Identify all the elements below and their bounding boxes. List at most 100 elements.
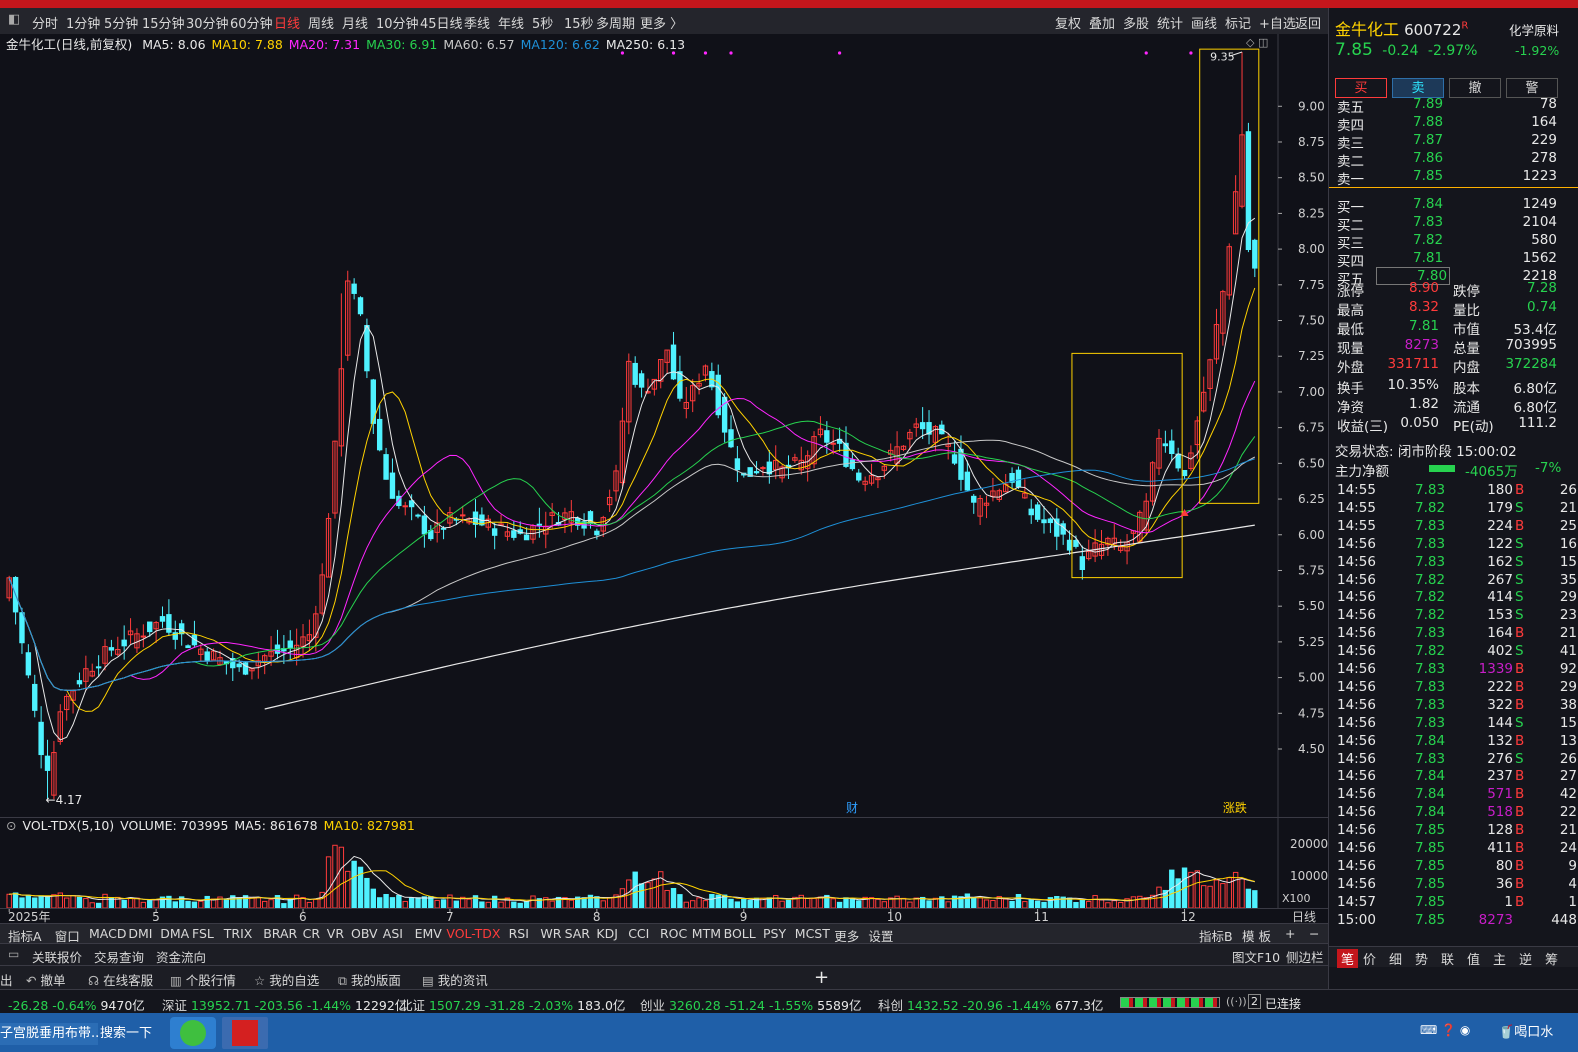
- period-tab-12[interactable]: 年线: [498, 13, 524, 32]
- indicator-tab-21[interactable]: BOLL: [724, 926, 756, 941]
- panel-toggle-icon[interactable]: ◧: [8, 12, 20, 27]
- period-tab-16[interactable]: 更多 〉: [640, 13, 683, 32]
- indbar-right-2[interactable]: +: [1285, 926, 1295, 941]
- ask-row-1[interactable]: 卖四 7.88 164: [1329, 114, 1578, 134]
- action-4[interactable]: ☆ 我的自选: [254, 970, 319, 989]
- tick-row-1[interactable]: 14:55 7.82 179 S 21: [1329, 500, 1578, 518]
- func-tab-0[interactable]: 关联报价: [32, 947, 82, 966]
- indicator-tab-9[interactable]: VR: [327, 926, 344, 941]
- indicator-tab-16[interactable]: SAR: [565, 926, 590, 941]
- period-tab-3[interactable]: 15分钟: [142, 13, 185, 32]
- period-tab-11[interactable]: 季线: [464, 13, 490, 32]
- tick-list[interactable]: 14:55 7.83 180 B 26 14:55 7.82 179 S 21 14:55 7.83 2…: [1329, 482, 1578, 942]
- period-tab-15[interactable]: 多周期: [596, 13, 635, 32]
- tool-6[interactable]: +自选: [1259, 13, 1296, 32]
- indicator-tab-11[interactable]: ASI: [383, 926, 403, 941]
- volume-legend-toggle-icon[interactable]: ⊙: [6, 818, 16, 833]
- ask-row-2[interactable]: 卖三 7.87 229: [1329, 132, 1578, 152]
- action-3[interactable]: ▥ 个股行情: [170, 970, 236, 989]
- sidebar-tab-6[interactable]: 主: [1493, 949, 1506, 968]
- bid-row-2[interactable]: 买三 7.82 580: [1329, 232, 1578, 252]
- tool-0[interactable]: 复权: [1055, 13, 1081, 32]
- period-tab-8[interactable]: 月线: [342, 13, 368, 32]
- period-tab-1[interactable]: 1分钟: [66, 13, 100, 32]
- tick-row-7[interactable]: 14:56 7.82 153 S 23: [1329, 607, 1578, 625]
- tick-row-4[interactable]: 14:56 7.83 162 S 15: [1329, 554, 1578, 572]
- period-tab-0[interactable]: 分时: [32, 13, 58, 32]
- market-index-3[interactable]: 创业 3260.28 -51.24 -1.55% 5589亿: [640, 995, 861, 1014]
- ask-row-4[interactable]: 卖一 7.85 1223: [1329, 168, 1578, 188]
- market-index-0[interactable]: -26.28 -0.64% 9470亿: [8, 995, 145, 1014]
- period-tab-6[interactable]: 日线: [274, 13, 300, 32]
- trading-app-icon[interactable]: [222, 1017, 268, 1049]
- indicator-tab-17[interactable]: KDJ: [596, 926, 618, 941]
- tick-row-17[interactable]: 14:56 7.84 571 B 42: [1329, 786, 1578, 804]
- market-index-1[interactable]: 深证 13952.71 -203.56 -1.44% 12292亿: [162, 995, 407, 1014]
- period-tab-9[interactable]: 10分钟: [376, 13, 419, 32]
- tick-row-16[interactable]: 14:56 7.84 237 B 27: [1329, 768, 1578, 786]
- tool-7[interactable]: 返回: [1295, 13, 1321, 32]
- sidebar-tab-5[interactable]: 值: [1467, 949, 1480, 968]
- kline-chart-panel[interactable]: 9.00 8.75 8.50 8.25 8.00 7.75 7.50 7.25 7.00 6.75…: [0, 34, 1328, 817]
- indicator-tab-5[interactable]: FSL: [192, 926, 214, 941]
- ask-row-3[interactable]: 卖二 7.86 278: [1329, 150, 1578, 170]
- action-2[interactable]: ☊ 在线客服: [88, 970, 153, 989]
- func-right-1[interactable]: 侧边栏: [1286, 947, 1324, 966]
- tray-reminder[interactable]: 🥤喝口水: [1498, 1021, 1578, 1043]
- tick-row-8[interactable]: 14:56 7.83 164 B 21: [1329, 625, 1578, 643]
- indicator-tab-18[interactable]: CCI: [628, 926, 649, 941]
- sidebar-tab-2[interactable]: 细: [1389, 949, 1402, 968]
- tick-row-13[interactable]: 14:56 7.83 144 S 15: [1329, 715, 1578, 733]
- buy-button[interactable]: 买: [1335, 78, 1387, 98]
- tick-row-19[interactable]: 14:56 7.85 128 B 21: [1329, 822, 1578, 840]
- add-tab-icon[interactable]: +: [814, 967, 829, 988]
- layout-icon[interactable]: ▭: [8, 947, 19, 961]
- indbar-right-3[interactable]: −: [1309, 926, 1319, 941]
- tool-1[interactable]: 叠加: [1089, 13, 1115, 32]
- sidebar-tab-7[interactable]: 逆: [1519, 949, 1532, 968]
- period-tab-2[interactable]: 5分钟: [104, 13, 138, 32]
- tick-row-20[interactable]: 14:56 7.85 411 B 24: [1329, 840, 1578, 858]
- tray-icons[interactable]: ⌨ ❓ ◉: [1420, 1023, 1480, 1043]
- action-1[interactable]: ↶ 撤单: [26, 970, 65, 989]
- bid-row-3[interactable]: 买四 7.81 1562: [1329, 250, 1578, 270]
- action-5[interactable]: ⧉ 我的版面: [338, 970, 401, 989]
- tool-5[interactable]: 标记: [1225, 13, 1251, 32]
- indicator-tab-8[interactable]: CR: [303, 926, 320, 941]
- indicator-tab-14[interactable]: RSI: [509, 926, 529, 941]
- tick-row-14[interactable]: 14:56 7.84 132 B 13: [1329, 733, 1578, 751]
- tick-row-15[interactable]: 14:56 7.83 276 S 26: [1329, 751, 1578, 769]
- indicator-tab-13[interactable]: VOL-TDX: [446, 926, 500, 941]
- market-index-2[interactable]: 北证 1507.29 -31.28 -2.03% 183.0亿: [400, 995, 625, 1014]
- tick-row-24[interactable]: 15:00 7.85 8273 448: [1329, 912, 1578, 930]
- period-tab-4[interactable]: 30分钟: [186, 13, 229, 32]
- indicator-tab-23[interactable]: MCST: [795, 926, 830, 941]
- indicator-tab-22[interactable]: PSY: [763, 926, 786, 941]
- indicator-tab-10[interactable]: OBV: [351, 926, 378, 941]
- tick-row-5[interactable]: 14:56 7.82 267 S 35: [1329, 572, 1578, 590]
- taskbar-item-1[interactable]: 子宫脱垂用布带...: [0, 1023, 98, 1045]
- bid-row-0[interactable]: 买一 7.84 1249: [1329, 196, 1578, 216]
- period-tab-10[interactable]: 45日线: [420, 13, 463, 32]
- sidebar-tab-0[interactable]: 笔: [1337, 949, 1359, 968]
- browser-icon[interactable]: [170, 1017, 216, 1049]
- period-tab-7[interactable]: 周线: [308, 13, 334, 32]
- tick-row-10[interactable]: 14:56 7.83 1339 B 92: [1329, 661, 1578, 679]
- indicator-tab-4[interactable]: DMA: [160, 926, 189, 941]
- action-6[interactable]: ▤ 我的资讯: [422, 970, 488, 989]
- indicator-tab-20[interactable]: MTM: [692, 926, 721, 941]
- tick-row-12[interactable]: 14:56 7.83 322 B 38: [1329, 697, 1578, 715]
- period-tab-13[interactable]: 5秒: [532, 13, 553, 32]
- tick-row-0[interactable]: 14:55 7.83 180 B 26: [1329, 482, 1578, 500]
- sidebar-tab-1[interactable]: 价: [1363, 949, 1376, 968]
- tick-row-23[interactable]: 14:57 7.85 1 B 1: [1329, 894, 1578, 912]
- tool-4[interactable]: 画线: [1191, 13, 1217, 32]
- indicator-tab-7[interactable]: BRAR: [263, 926, 297, 941]
- sector-name[interactable]: 化学原料: [1509, 20, 1559, 39]
- indicator-tab-3[interactable]: DMI: [128, 926, 152, 941]
- period-tab-14[interactable]: 15秒: [564, 13, 594, 32]
- tick-row-18[interactable]: 14:56 7.84 518 B 22: [1329, 804, 1578, 822]
- kline-chart[interactable]: 9.00 8.75 8.50 8.25 8.00 7.75 7.50 7.25 7.00 6.75…: [0, 34, 1328, 817]
- func-right-0[interactable]: 图文F10: [1232, 947, 1280, 966]
- taskbar-search[interactable]: 搜索一下: [100, 1023, 156, 1045]
